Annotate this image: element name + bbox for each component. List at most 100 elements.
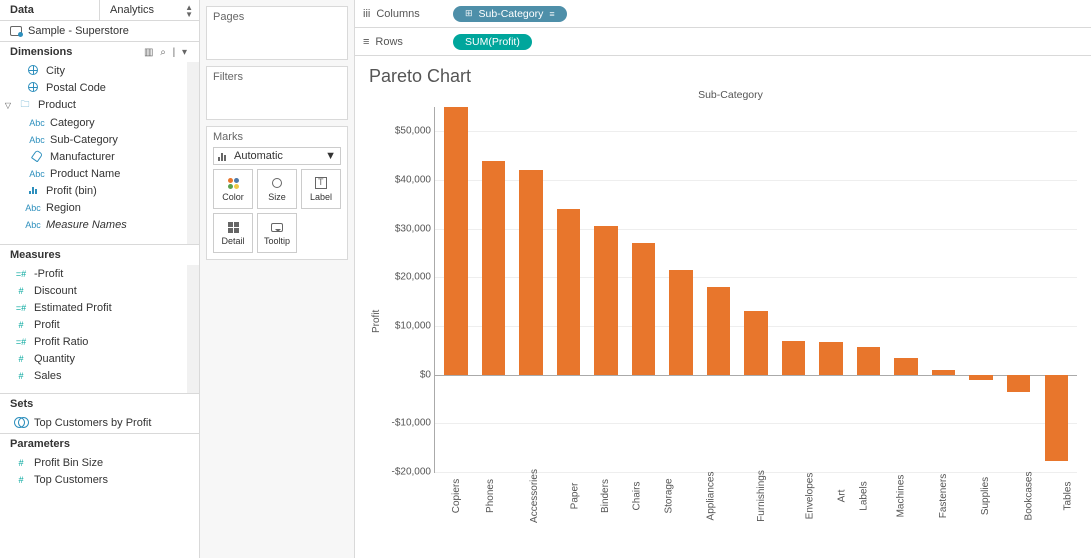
field-sales[interactable]: #Sales — [0, 367, 199, 384]
abc-icon: Abc — [28, 118, 46, 128]
bar-chairs[interactable] — [632, 243, 656, 374]
scroll-down-icon[interactable]: ▼ — [188, 383, 197, 393]
field-region[interactable]: AbcRegion — [0, 199, 199, 216]
columns-icon: iii — [363, 8, 370, 20]
bar-binders[interactable] — [594, 226, 618, 374]
number-icon: # — [12, 458, 30, 468]
field-category[interactable]: AbcCategory — [0, 114, 199, 131]
bar-accessories[interactable] — [519, 170, 543, 374]
param-profit-bin-size[interactable]: #Profit Bin Size — [0, 454, 199, 471]
bar-bookcases[interactable] — [1007, 375, 1031, 392]
bar-art[interactable] — [819, 342, 843, 375]
x-tick: Phones — [468, 475, 502, 487]
number-icon: # — [12, 475, 30, 485]
field-sub-category[interactable]: AbcSub-Category — [0, 131, 199, 148]
scroll-up-icon[interactable]: ▲ — [188, 62, 197, 72]
abc-icon: Abc — [24, 203, 42, 213]
parameters-list: #Profit Bin Size #Top Customers — [0, 454, 199, 490]
datasource-row[interactable]: Sample - Superstore — [0, 21, 199, 41]
abc-icon: Abc — [24, 220, 42, 230]
scrollbar-thumb[interactable] — [188, 287, 198, 337]
field-profit-bin[interactable]: Profit (bin) — [0, 182, 199, 199]
filters-title: Filters — [213, 71, 341, 83]
scroll-down-icon[interactable]: ▼ — [188, 234, 197, 244]
histogram-icon — [24, 185, 42, 196]
updown-icon: ▲▼ — [185, 4, 193, 18]
bar-storage[interactable] — [669, 270, 693, 375]
set-top-customers[interactable]: Top Customers by Profit — [0, 414, 199, 431]
tab-analytics[interactable]: Analytics ▲▼ — [100, 0, 199, 20]
field-postal-code[interactable]: Postal Code — [0, 79, 199, 96]
x-tick: Furnishings — [730, 475, 782, 487]
datasource-name: Sample - Superstore — [28, 25, 129, 37]
y-tick: $40,000 — [381, 175, 431, 186]
marks-tooltip-button[interactable]: Tooltip — [257, 213, 297, 253]
x-tick: Fasteners — [916, 475, 960, 487]
dimensions-tools[interactable]: ▥ ⌕ | ▾ — [144, 47, 189, 58]
marks-title: Marks — [213, 131, 341, 143]
x-tick: Appliances — [681, 475, 730, 487]
x-axis-title: Sub-Category — [384, 89, 1077, 107]
x-tick: Art — [828, 475, 844, 487]
field-estimated-profit[interactable]: =#Estimated Profit — [0, 299, 199, 316]
marks-label-button[interactable]: Label — [301, 169, 341, 209]
columns-pill[interactable]: ⊞ Sub-Category ≡ — [453, 6, 567, 22]
field-profit-ratio[interactable]: =#Profit Ratio — [0, 333, 199, 350]
filters-card[interactable]: Filters — [206, 66, 348, 120]
x-tick: Envelopes — [781, 475, 828, 487]
field-profit[interactable]: #Profit — [0, 316, 199, 333]
marks-size-button[interactable]: Size — [257, 169, 297, 209]
sets-title: Sets — [10, 398, 33, 410]
field-neg-profit[interactable]: =#-Profit — [0, 265, 199, 282]
x-tick: Paper — [556, 475, 583, 487]
main-area: iiiColumns ⊞ Sub-Category ≡ ≡Rows SUM(Pr… — [355, 0, 1091, 558]
bar-appliances[interactable] — [707, 287, 731, 375]
bar-supplies[interactable] — [969, 375, 993, 381]
x-tick: Machines — [874, 475, 917, 487]
bar-tables[interactable] — [1045, 375, 1069, 461]
calc-icon: =# — [12, 303, 30, 313]
viz-title[interactable]: Pareto Chart — [369, 66, 1077, 87]
bar-machines[interactable] — [894, 358, 918, 375]
bar-copiers[interactable] — [444, 107, 468, 375]
scroll-up-icon[interactable]: ▲ — [188, 265, 197, 275]
bar-icon — [218, 152, 226, 161]
plot-grid[interactable]: -$20,000-$10,000$0$10,000$20,000$30,000$… — [434, 107, 1077, 473]
field-manufacturer[interactable]: Manufacturer — [0, 148, 199, 165]
param-top-customers[interactable]: #Top Customers — [0, 471, 199, 488]
field-discount[interactable]: #Discount — [0, 282, 199, 299]
pages-card[interactable]: Pages — [206, 6, 348, 60]
tab-analytics-label: Analytics — [110, 4, 154, 16]
bar-labels[interactable] — [857, 347, 881, 374]
x-tick: Supplies — [961, 475, 999, 487]
rows-pill[interactable]: SUM(Profit) — [453, 34, 532, 50]
x-tick: Binders — [583, 475, 617, 487]
marks-detail-button[interactable]: Detail — [213, 213, 253, 253]
number-icon: # — [12, 354, 30, 364]
globe-icon — [24, 65, 42, 77]
globe-icon — [24, 82, 42, 94]
field-quantity[interactable]: #Quantity — [0, 350, 199, 367]
scrollbar-thumb[interactable] — [188, 74, 198, 224]
field-product[interactable]: ▽🗀Product — [0, 96, 199, 114]
bar-envelopes[interactable] — [782, 341, 806, 375]
y-tick: $30,000 — [381, 223, 431, 234]
field-product-name[interactable]: AbcProduct Name — [0, 165, 199, 182]
calc-icon: =# — [12, 269, 30, 279]
field-city[interactable]: City — [0, 62, 199, 79]
tooltip-icon — [271, 220, 283, 234]
viz-area: Pareto Chart Profit Sub-Category -$20,00… — [355, 56, 1091, 558]
tab-data[interactable]: Data — [0, 0, 100, 20]
marks-color-button[interactable]: Color — [213, 169, 253, 209]
bar-paper[interactable] — [557, 209, 581, 374]
columns-shelf[interactable]: iiiColumns ⊞ Sub-Category ≡ — [355, 0, 1091, 28]
bar-furnishings[interactable] — [744, 311, 768, 374]
bar-phones[interactable] — [482, 161, 506, 375]
dimensions-title: Dimensions — [10, 46, 72, 58]
field-measure-names[interactable]: AbcMeasure Names — [0, 216, 199, 233]
parameters-header: Parameters — [0, 433, 199, 454]
mark-type-select[interactable]: Automatic ▼ — [213, 147, 341, 165]
dropdown-icon: ▼ — [325, 150, 336, 162]
bar-fasteners[interactable] — [932, 370, 956, 375]
rows-shelf[interactable]: ≡Rows SUM(Profit) — [355, 28, 1091, 56]
